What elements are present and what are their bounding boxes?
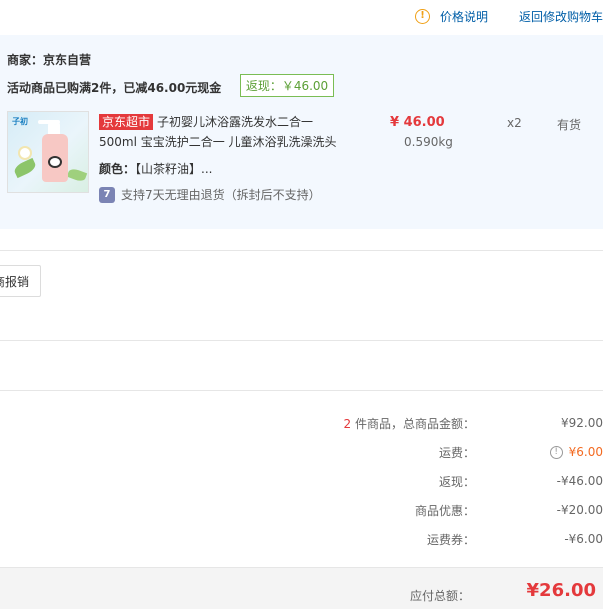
summary-discount: 商品优惠： -¥20.00	[415, 501, 603, 519]
price-help-label[interactable]: 价格说明	[440, 8, 488, 25]
color-label: 颜色：	[99, 162, 136, 176]
shipping-label: 运费：	[438, 445, 475, 460]
color-value: 【山茶籽油】...	[135, 162, 213, 176]
product-title-line2[interactable]: 500ml 宝宝洗护二合一 儿童沐浴乳洗澡洗头	[99, 132, 374, 152]
info-circle-icon: !	[414, 8, 430, 24]
coupon-value: -¥6.00	[564, 532, 603, 546]
summary-total-goods: 2 件商品，总商品金额： ¥92.00	[344, 414, 603, 432]
product-quantity: x2	[507, 116, 522, 130]
stock-status: 有货	[557, 118, 582, 132]
shop-panel: 商家：京东自营 活动商品已购满2件，已减46.00元现金 返现：￥46.00 子…	[0, 35, 603, 229]
summary-shipping: 运费： ! ¥6.00	[439, 443, 603, 461]
jd-supermarket-tag: 京东超市	[99, 114, 154, 130]
goods-count-suffix: 件商品，总商品金额：	[351, 416, 475, 431]
shipping-info-icon[interactable]: !	[549, 445, 563, 459]
top-links: ! 价格说明 返回修改购物车	[414, 7, 603, 25]
return-support-icon: 7	[99, 186, 115, 203]
discount-value: -¥20.00	[556, 503, 603, 517]
thumb-brand-logo: 子初	[12, 117, 28, 126]
summary-coupon: 运费券： -¥6.00	[427, 530, 603, 548]
product-color: 颜色：【山茶籽油】...	[99, 160, 212, 177]
product-title[interactable]: 京东超市 子初婴儿沐浴露洗发水二合一	[99, 112, 374, 132]
total-value: ¥26.00	[526, 580, 596, 601]
promo-text: 活动商品已购满2件，已减46.00元现金	[7, 81, 222, 95]
return-support: 7 支持7天无理由退货（拆封后不支持）	[99, 186, 321, 203]
product-weight: 0.590kg	[404, 135, 453, 149]
seller-name: 商家：京东自营	[7, 53, 92, 67]
goods-count-label: 2 件商品，总商品金额：	[344, 415, 475, 432]
total-bar: 应付总额： ¥26.00	[0, 567, 603, 609]
product-price: ¥ 46.00	[390, 115, 445, 130]
product-thumbnail[interactable]: 子初	[7, 111, 89, 193]
shipping-value: ¥6.00	[568, 445, 603, 459]
discount-label: 商品优惠：	[414, 503, 475, 518]
return-to-cart-link[interactable]: 返回修改购物车	[519, 8, 603, 25]
divider	[0, 390, 603, 391]
product-title-line1[interactable]: 子初婴儿沐浴露洗发水二合一	[157, 115, 313, 129]
total-label: 应付总额：	[409, 589, 470, 603]
divider	[0, 250, 603, 251]
summary-rebate: 返现： -¥46.00	[439, 472, 603, 490]
rebate-badge: 返现：￥46.00	[240, 74, 334, 97]
reimbursement-button[interactable]: 商报销	[0, 265, 41, 297]
divider	[0, 340, 603, 341]
coupon-label: 运费券：	[426, 532, 475, 547]
total-goods-value: ¥92.00	[561, 416, 603, 430]
return-support-text: 支持7天无理由退货（拆封后不支持）	[121, 188, 321, 202]
rebate-value: -¥46.00	[556, 474, 603, 488]
price-help-link[interactable]: ! 价格说明	[414, 8, 488, 25]
rebate-label: 返现：	[438, 474, 475, 489]
